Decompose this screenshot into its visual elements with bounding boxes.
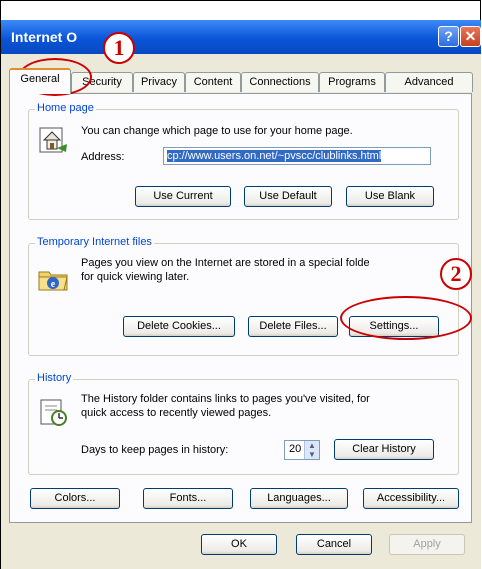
image-frame-top (0, 0, 481, 20)
accessibility-button[interactable]: Accessibility... (363, 488, 459, 509)
title-bar: Internet O ? ✕ (1, 20, 481, 54)
close-button[interactable]: ✕ (460, 26, 481, 47)
home-page-icon (37, 122, 71, 154)
home-page-title: Home page (35, 102, 96, 114)
tab-programs[interactable]: Programs (319, 72, 385, 92)
tab-connections[interactable]: Connections (241, 72, 319, 92)
address-label: Address: (81, 151, 125, 163)
svg-text:e: e (51, 279, 56, 290)
annotation-marker-2: 2 (440, 258, 472, 290)
languages-button[interactable]: Languages... (250, 488, 348, 509)
temporary-files-folder-icon: e (37, 262, 71, 294)
days-to-keep-label: Days to keep pages in history: (81, 444, 229, 456)
address-input[interactable]: cp://www.users.on.net/~pvscc/clublinks.h… (163, 147, 431, 165)
tab-privacy[interactable]: Privacy (133, 72, 185, 92)
days-to-keep-spinner[interactable]: 20 ▲ ▼ (284, 440, 320, 460)
home-page-description: You can change which page to use for you… (81, 125, 353, 137)
history-description-line1: The History folder contains links to pag… (81, 393, 370, 405)
tab-general[interactable]: General (9, 68, 71, 94)
history-description-line2: quick access to recently viewed pages. (81, 407, 272, 419)
colors-button[interactable]: Colors... (30, 488, 120, 509)
help-button[interactable]: ? (438, 26, 459, 47)
apply-button[interactable]: Apply (389, 534, 465, 555)
annotation-circle-settings (340, 296, 472, 340)
spinner-arrows-icon[interactable]: ▲ ▼ (304, 441, 319, 459)
delete-cookies-button[interactable]: Delete Cookies... (123, 316, 235, 337)
fonts-button[interactable]: Fonts... (143, 488, 233, 509)
temporary-files-description-line2: for quick viewing later. (81, 271, 190, 283)
history-group: History The History folder contains link… (28, 372, 459, 475)
history-clock-icon (37, 396, 71, 428)
use-default-button[interactable]: Use Default (244, 186, 332, 207)
window-title: Internet O (11, 29, 78, 45)
temporary-files-description-line1: Pages you view on the Internet are store… (81, 257, 370, 269)
clear-history-button[interactable]: Clear History (334, 439, 434, 460)
delete-files-button[interactable]: Delete Files... (248, 316, 338, 337)
use-blank-button[interactable]: Use Blank (346, 186, 434, 207)
ok-button[interactable]: OK (201, 534, 277, 555)
home-page-group: Home page You can change which page to u… (28, 102, 459, 220)
tab-content[interactable]: Content (185, 72, 241, 92)
tab-advanced[interactable]: Advanced (385, 72, 473, 92)
history-title: History (35, 372, 74, 384)
use-current-button[interactable]: Use Current (135, 186, 231, 207)
cancel-button[interactable]: Cancel (296, 534, 372, 555)
days-to-keep-value: 20 (289, 443, 302, 455)
annotation-marker-1: 1 (103, 32, 135, 64)
address-value: cp://www.users.on.net/~pvscc/clublinks.h… (167, 150, 382, 162)
internet-options-dialog: Internet O ? ✕ General Security Privacy … (1, 20, 481, 569)
temporary-files-title: Temporary Internet files (35, 236, 154, 248)
